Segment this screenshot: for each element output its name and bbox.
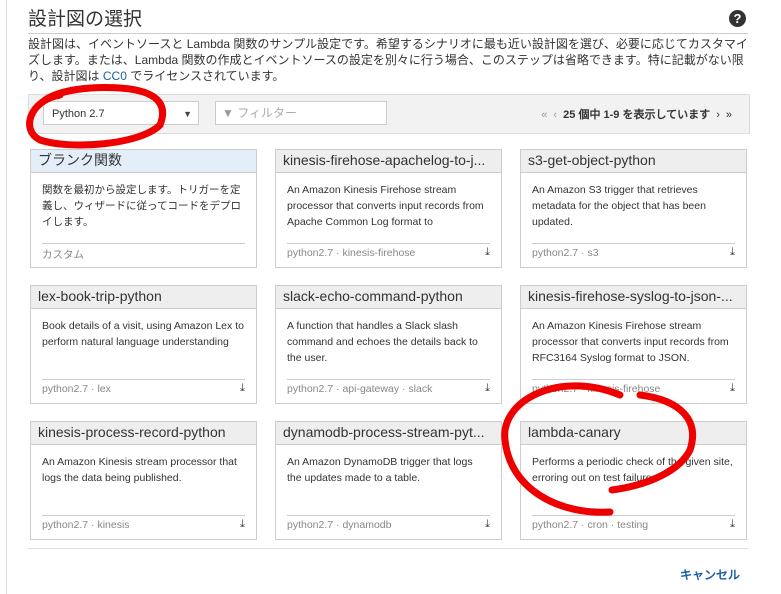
card-description: Book details of a visit, using Amazon Le… bbox=[42, 320, 244, 348]
card-description: An Amazon Kinesis Firehose stream proces… bbox=[287, 184, 484, 228]
blueprint-card[interactable]: kinesis-firehose-syslog-to-json-... An A… bbox=[520, 285, 747, 404]
last-page-icon[interactable]: » bbox=[726, 109, 732, 121]
divider bbox=[28, 548, 748, 549]
runtime-select[interactable]: Python 2.7 ▼ bbox=[43, 101, 199, 125]
card-tags: python2.7 · kinesis bbox=[42, 519, 130, 531]
card-description: An Amazon DynamoDB trigger that logs the… bbox=[287, 456, 473, 484]
blueprint-card[interactable]: kinesis-process-record-python An Amazon … bbox=[30, 421, 257, 540]
first-page-icon[interactable]: « bbox=[541, 109, 547, 121]
runtime-value: Python 2.7 bbox=[52, 108, 105, 120]
divider bbox=[28, 33, 748, 34]
prev-page-icon[interactable]: ‹ bbox=[553, 109, 557, 121]
help-icon[interactable]: ? bbox=[729, 10, 746, 27]
next-page-icon[interactable]: › bbox=[716, 109, 720, 121]
download-icon[interactable]: ⤓ bbox=[485, 246, 490, 259]
card-footer: python2.7 · kinesis-firehose ⤓ bbox=[287, 243, 490, 263]
card-tags: python2.7 · kinesis-firehose bbox=[532, 383, 661, 395]
blueprint-card[interactable]: ブランク関数 関数を最初から設定します。トリガーを定義し、ウィザードに従ってコー… bbox=[30, 149, 257, 268]
toolbar: Python 2.7 ▼ ▼ フィルター « ‹ 25 個中 1-9 を表示していま… bbox=[28, 94, 750, 134]
card-title[interactable]: lambda-canary bbox=[521, 422, 746, 445]
download-icon[interactable]: ⤓ bbox=[730, 246, 735, 259]
card-title[interactable]: s3-get-object-python bbox=[521, 150, 746, 173]
blueprint-card[interactable]: s3-get-object-python An Amazon S3 trigge… bbox=[520, 149, 747, 268]
card-title[interactable]: ブランク関数 bbox=[31, 150, 256, 173]
card-description: A function that handles a Slack slash co… bbox=[287, 320, 478, 364]
card-footer: python2.7 · api-gateway · slack ⤓ bbox=[287, 379, 490, 399]
card-description: Performs a periodic check of the given s… bbox=[532, 456, 733, 484]
cc0-link[interactable]: CC0 bbox=[103, 69, 127, 83]
card-tags: python2.7 · api-gateway · slack bbox=[287, 383, 433, 395]
description-after: でライセンスされています。 bbox=[126, 69, 285, 83]
card-footer: カスタム bbox=[42, 243, 245, 263]
blueprint-card[interactable]: kinesis-firehose-apachelog-to-j... An Am… bbox=[275, 149, 502, 268]
card-description: An Amazon Kinesis stream processor that … bbox=[42, 456, 237, 484]
download-icon[interactable]: ⤓ bbox=[240, 518, 245, 531]
blueprint-card[interactable]: slack-echo-command-python A function tha… bbox=[275, 285, 502, 404]
cancel-button[interactable]: キャンセル bbox=[680, 566, 740, 583]
card-footer: python2.7 · cron · testing ⤓ bbox=[532, 515, 735, 535]
card-footer: python2.7 · kinesis-firehose ⤓ bbox=[532, 379, 735, 399]
page-title: 設計図の選択 bbox=[28, 9, 143, 30]
card-title[interactable]: kinesis-firehose-apachelog-to-j... bbox=[276, 150, 501, 173]
card-footer: python2.7 · lex ⤓ bbox=[42, 379, 245, 399]
card-title[interactable]: kinesis-firehose-syslog-to-json-... bbox=[521, 286, 746, 309]
card-tags: python2.7 · dynamodb bbox=[287, 519, 392, 531]
card-title[interactable]: dynamodb-process-stream-pyt... bbox=[276, 422, 501, 445]
card-tags: カスタム bbox=[42, 249, 84, 261]
download-icon[interactable]: ⤓ bbox=[730, 382, 735, 395]
description: 設計図は、イベントソースと Lambda 関数のサンプル設定です。希望するシナリ… bbox=[28, 36, 753, 84]
card-title[interactable]: lex-book-trip-python bbox=[31, 286, 256, 309]
blueprint-card[interactable]: lambda-canary Performs a periodic check … bbox=[520, 421, 747, 540]
download-icon[interactable]: ⤓ bbox=[485, 382, 490, 395]
card-footer: python2.7 · dynamodb ⤓ bbox=[287, 515, 490, 535]
left-border bbox=[6, 0, 7, 594]
pagination: « ‹ 25 個中 1-9 を表示しています › » bbox=[538, 106, 735, 122]
card-tags: python2.7 · s3 bbox=[532, 247, 599, 259]
filter-icon: ▼ bbox=[222, 106, 234, 120]
download-icon[interactable]: ⤓ bbox=[730, 518, 735, 531]
filter-input[interactable]: ▼ フィルター bbox=[215, 101, 387, 125]
chevron-down-icon: ▼ bbox=[183, 109, 192, 119]
card-title[interactable]: kinesis-process-record-python bbox=[31, 422, 256, 445]
card-tags: python2.7 · kinesis-firehose bbox=[287, 247, 416, 259]
filter-placeholder: フィルター bbox=[237, 106, 297, 120]
card-description: An Amazon S3 trigger that retrieves meta… bbox=[532, 184, 706, 228]
blueprint-card[interactable]: lex-book-trip-python Book details of a v… bbox=[30, 285, 257, 404]
card-footer: python2.7 · s3 ⤓ bbox=[532, 243, 735, 263]
blueprint-card[interactable]: dynamodb-process-stream-pyt... An Amazon… bbox=[275, 421, 502, 540]
card-tags: python2.7 · cron · testing bbox=[532, 519, 649, 531]
pager-text: 25 個中 1-9 を表示しています bbox=[563, 109, 711, 121]
download-icon[interactable]: ⤓ bbox=[240, 382, 245, 395]
card-title[interactable]: slack-echo-command-python bbox=[276, 286, 501, 309]
download-icon[interactable]: ⤓ bbox=[485, 518, 490, 531]
card-description: An Amazon Kinesis Firehose stream proces… bbox=[532, 320, 729, 364]
card-tags: python2.7 · lex bbox=[42, 383, 111, 395]
card-description: 関数を最初から設定します。トリガーを定義し、ウィザードに従ってコードをデプロイし… bbox=[42, 184, 241, 228]
card-footer: python2.7 · kinesis ⤓ bbox=[42, 515, 245, 535]
